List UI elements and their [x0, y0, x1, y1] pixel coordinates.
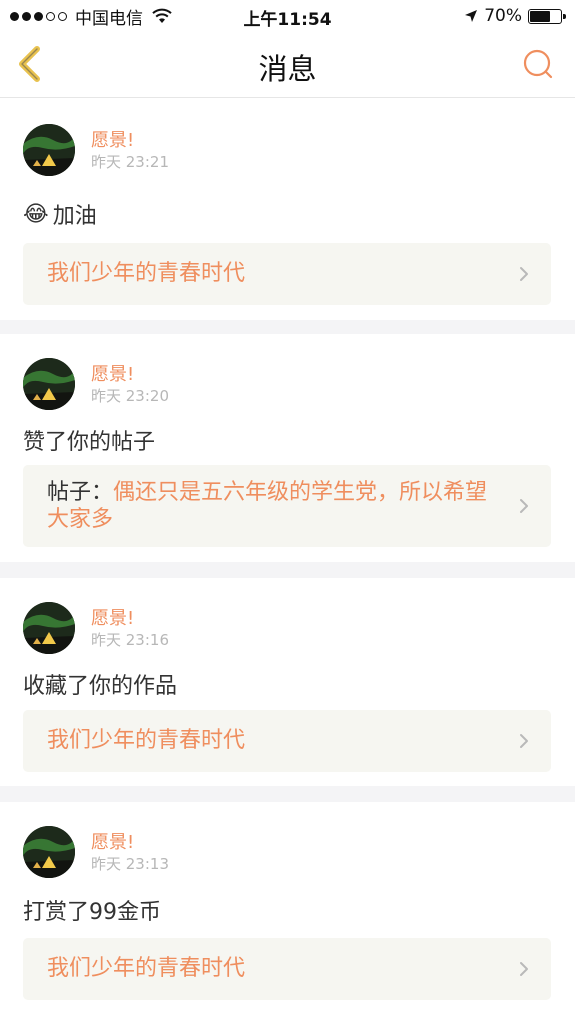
- post-title: 我们少年的青春时代: [47, 727, 496, 754]
- post-title-text: 偶还只是五六年级的学生党，所以希望大家多: [47, 480, 488, 532]
- chevron-right-icon: [520, 734, 528, 748]
- message-text: 收藏了你的作品: [23, 674, 178, 699]
- location-arrow-icon: [465, 10, 478, 22]
- avatar-image: [23, 602, 75, 654]
- avatar[interactable]: [23, 602, 75, 654]
- post-prefix: 帖子：: [47, 480, 114, 505]
- chevron-right-icon: [520, 962, 528, 976]
- sender-name[interactable]: 愿景!: [91, 360, 134, 386]
- message-text: 打赏了99金币: [23, 900, 161, 925]
- battery-percent: 70%: [484, 6, 522, 26]
- message-time: 昨天 23:16: [91, 631, 169, 649]
- laughing-tears-emoji-icon: 😂: [23, 201, 49, 227]
- post-reference-card[interactable]: 我们少年的青春时代: [23, 243, 551, 305]
- sender-name[interactable]: 愿景!: [91, 604, 134, 630]
- nav-bar: 消息: [0, 32, 575, 98]
- battery-icon: [528, 8, 566, 24]
- message-item[interactable]: 愿景! 昨天 23:21 😂 加油 我们少年的青春时代: [0, 98, 575, 320]
- sender-name[interactable]: 愿景!: [91, 828, 134, 854]
- avatar[interactable]: [23, 358, 75, 410]
- message-body: 收藏了你的作品: [23, 668, 177, 700]
- message-item[interactable]: 愿景! 昨天 23:20 赞了你的帖子 帖子：偶还只是五六年级的学生党，所以希望…: [0, 334, 575, 562]
- search-button[interactable]: [521, 47, 555, 81]
- post-reference-card[interactable]: 我们少年的青春时代: [23, 938, 551, 1000]
- message-item[interactable]: 愿景! 昨天 23:16 收藏了你的作品 我们少年的青春时代: [0, 578, 575, 786]
- status-bar: 中国电信 上午11:54 70%: [0, 0, 575, 32]
- status-right: 70%: [464, 5, 566, 27]
- post-title: 帖子：偶还只是五六年级的学生党，所以希望大家多: [47, 479, 496, 533]
- post-title-text: 我们少年的青春时代: [47, 728, 246, 753]
- message-text: 加油: [52, 204, 97, 229]
- chevron-right-icon: [520, 267, 528, 281]
- avatar-image: [23, 826, 75, 878]
- sender-name[interactable]: 愿景!: [91, 126, 134, 152]
- avatar[interactable]: [23, 826, 75, 878]
- message-item[interactable]: 愿景! 昨天 23:13 打赏了99金币 我们少年的青春时代: [0, 802, 575, 1024]
- avatar-image: [23, 124, 75, 176]
- message-time: 昨天 23:20: [91, 387, 169, 405]
- post-title-text: 我们少年的青春时代: [47, 956, 246, 981]
- message-body: 打赏了99金币: [23, 894, 161, 926]
- battery-level-fill: [530, 10, 551, 22]
- post-reference-card[interactable]: 帖子：偶还只是五六年级的学生党，所以希望大家多: [23, 465, 551, 547]
- post-title: 我们少年的青春时代: [47, 260, 496, 287]
- post-title-text: 我们少年的青春时代: [47, 261, 246, 286]
- message-text: 赞了你的帖子: [23, 430, 156, 455]
- page-title: 消息: [258, 52, 317, 86]
- post-title: 我们少年的青春时代: [47, 955, 496, 982]
- message-time: 昨天 23:13: [91, 855, 169, 873]
- search-icon: [523, 49, 553, 79]
- post-reference-card[interactable]: 我们少年的青春时代: [23, 710, 551, 772]
- message-body: 😂 加油: [23, 198, 97, 230]
- chevron-right-icon: [520, 499, 528, 513]
- message-time: 昨天 23:21: [91, 153, 169, 171]
- avatar-image: [23, 358, 75, 410]
- message-body: 赞了你的帖子: [23, 424, 155, 456]
- avatar[interactable]: [23, 124, 75, 176]
